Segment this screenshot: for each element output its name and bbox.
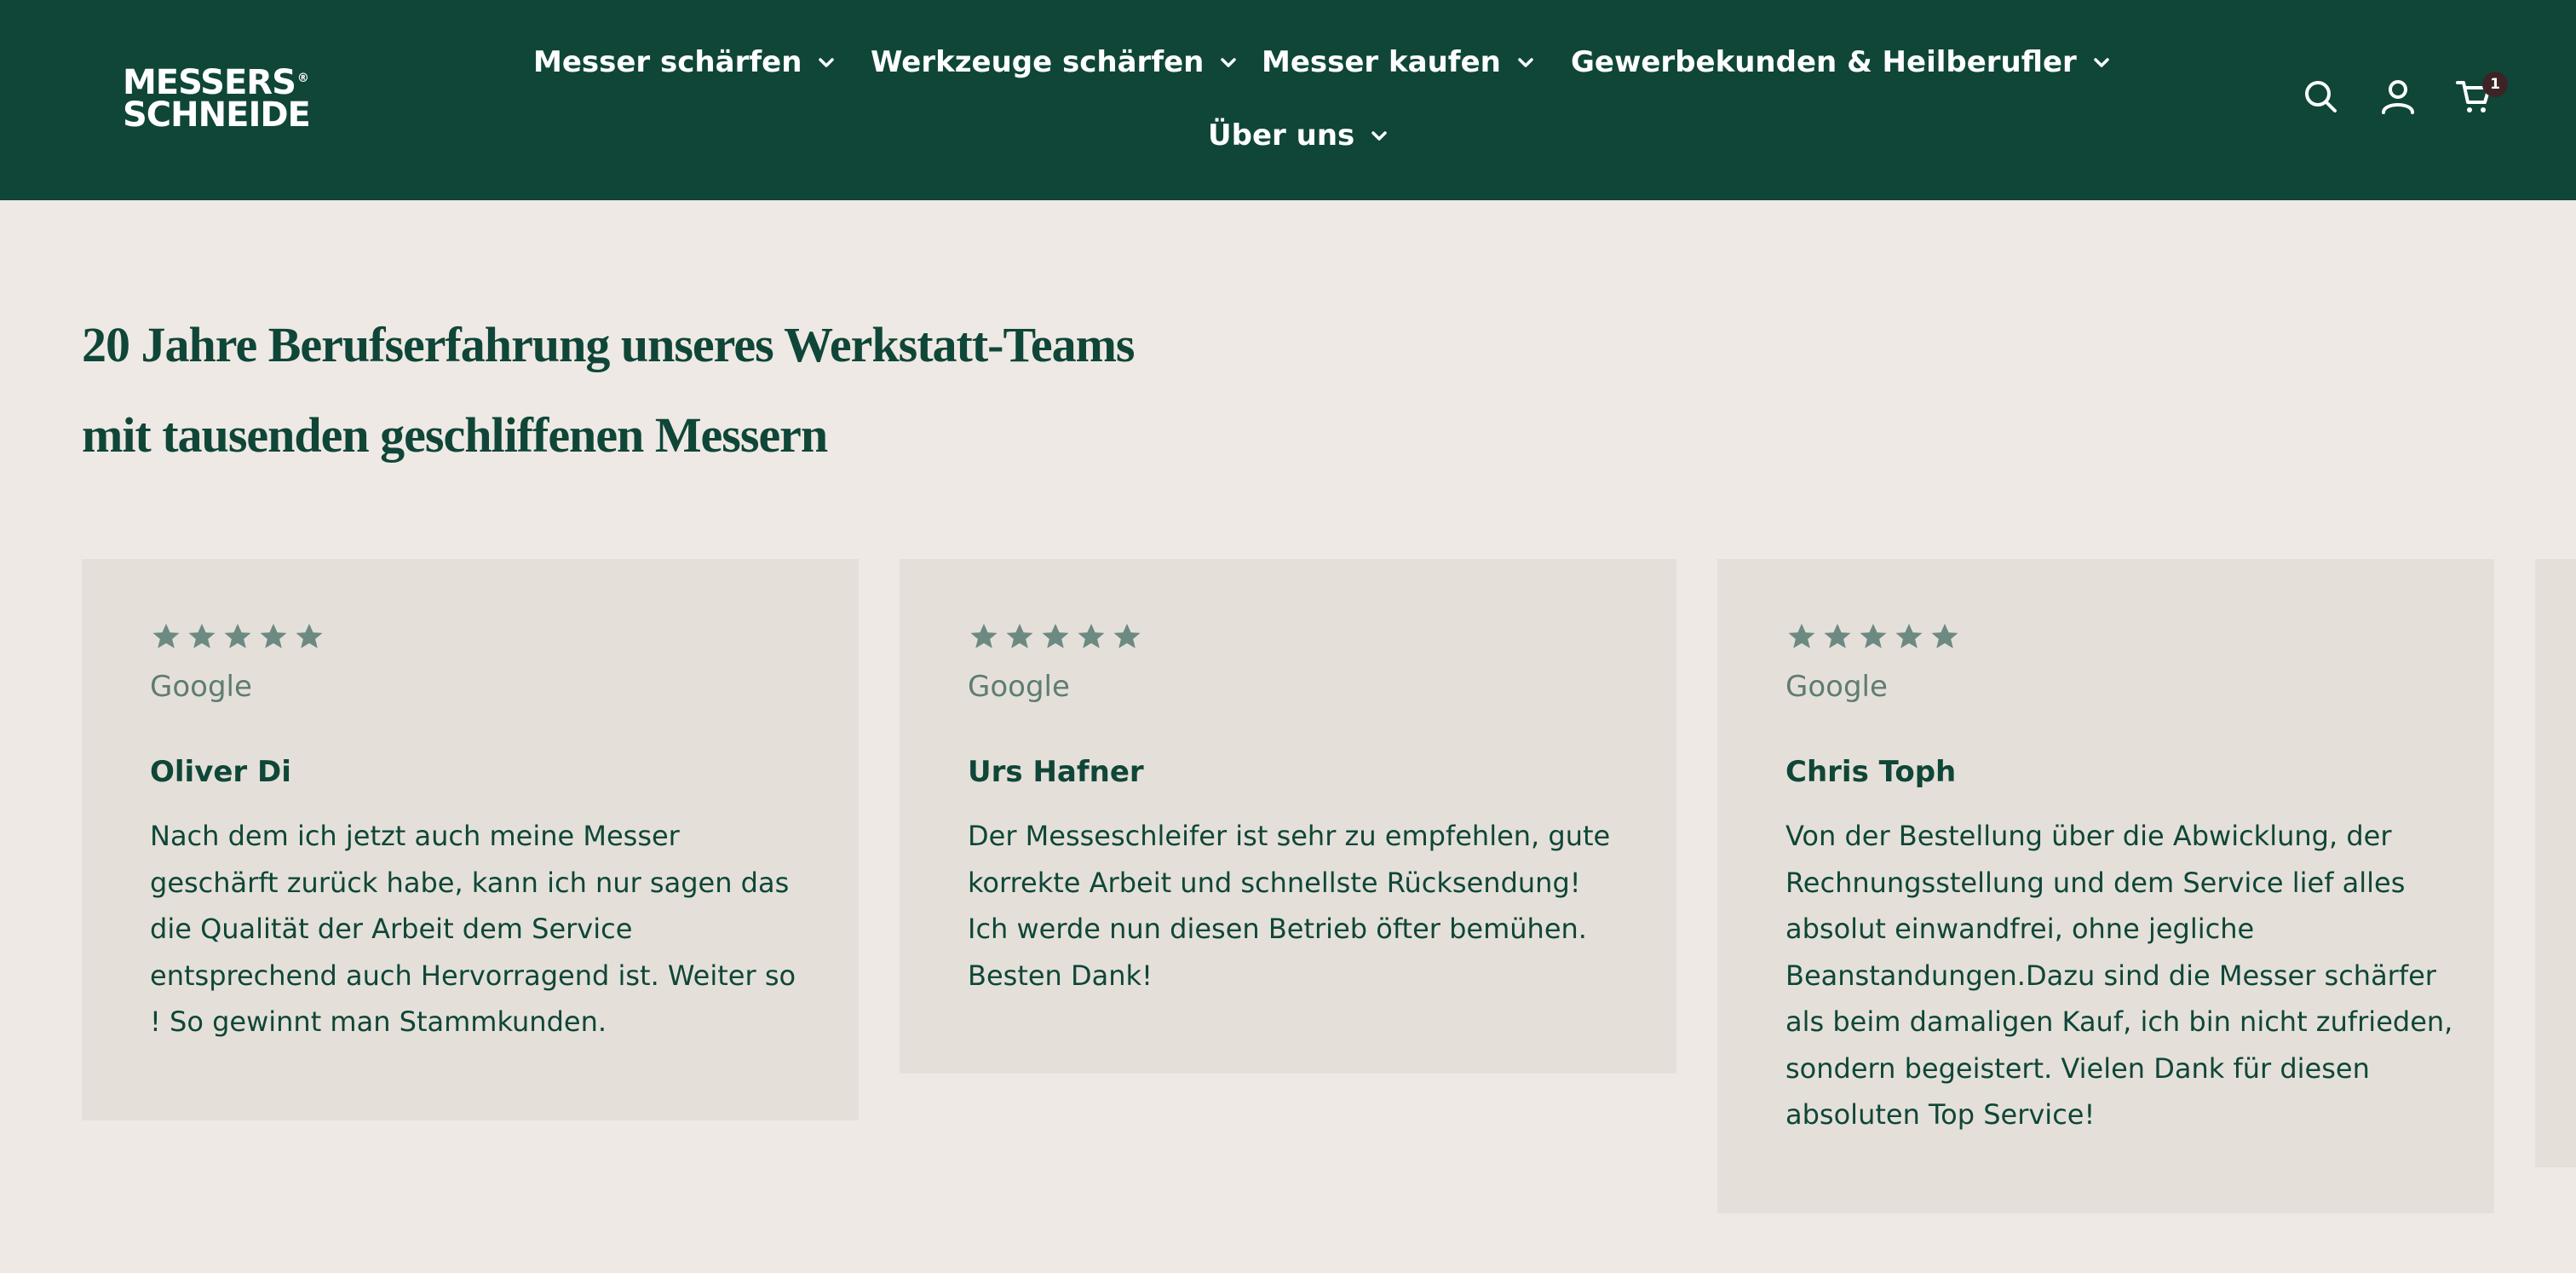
chevron-down-icon xyxy=(815,51,837,73)
search-icon[interactable] xyxy=(2303,78,2338,114)
nav-label: Gewerbekunden & Heilberufler xyxy=(1571,45,2077,79)
star-icon xyxy=(1039,620,1072,654)
cart-count-badge: 1 xyxy=(2482,72,2508,97)
star-icon xyxy=(1821,620,1854,654)
review-source: Google xyxy=(150,670,252,704)
review-line: sondern begeistert. Vielen Dank für dies… xyxy=(1785,1051,2370,1085)
star-icon xyxy=(968,620,1000,654)
review-line: Besten Dank! xyxy=(968,959,1153,992)
review-line: als beim damaligen Kauf, ich bin nicht z… xyxy=(1785,1005,2453,1038)
chevron-down-icon xyxy=(1217,51,1239,73)
nav-messer-kaufen[interactable]: Messer kaufen xyxy=(1262,43,1537,82)
star-rating xyxy=(150,620,791,654)
review-source: Google xyxy=(1785,670,1888,704)
star-icon xyxy=(293,620,325,654)
reviewer-name: Chris Toph xyxy=(1785,755,1957,789)
review-line: entsprechend auch Hervorragend ist. Weit… xyxy=(150,959,796,992)
logo-line-1: MESSERS ® xyxy=(123,63,309,102)
site-header: MESSERS ® SCHNEIDE Messer schärfen Werkze… xyxy=(0,0,2576,200)
review-line: Nach dem ich jetzt auch meine Messer xyxy=(150,820,680,852)
nav-ueber-uns[interactable]: Über uns xyxy=(1208,116,1390,155)
star-icon xyxy=(1857,620,1889,654)
nav-label: Messer kaufen xyxy=(1262,45,1501,79)
nav-werkzeuge-schaerfen[interactable]: Werkzeuge schärfen xyxy=(871,43,1239,82)
star-icon xyxy=(1785,620,1818,654)
review-line: absolut einwandfrei, ohne jegliche xyxy=(1785,913,2255,945)
review-line: Beanstandungen.Dazu sind die Messer schä… xyxy=(1785,959,2436,992)
review-line: Ich werde nun diesen Betrieb öfter bemüh… xyxy=(968,913,1587,945)
star-icon xyxy=(1075,620,1107,654)
reviewer-name: Oliver Di xyxy=(150,755,291,789)
star-icon xyxy=(1003,620,1036,654)
review-text: Nach dem ich jetzt auch meine Messer ges… xyxy=(150,813,796,1045)
star-icon xyxy=(1929,620,1961,654)
nav-messer-schaerfen[interactable]: Messer schärfen xyxy=(533,43,837,82)
logo-line-2: SCHNEIDE xyxy=(123,95,311,135)
star-icon xyxy=(150,620,182,654)
star-rating xyxy=(1785,620,2426,654)
site-logo[interactable]: MESSERS ® SCHNEIDE xyxy=(123,63,311,135)
review-text: Der Messeschleifer ist sehr zu empfehlen… xyxy=(968,813,1611,999)
star-icon xyxy=(221,620,254,654)
star-icon xyxy=(1111,620,1143,654)
nav-label: Über uns xyxy=(1208,118,1355,153)
review-line: korrekte Arbeit und schnellste Rücksendu… xyxy=(968,866,1581,899)
review-line: absoluten Top Service! xyxy=(1785,1098,2096,1131)
review-card: Google Chris Toph Von der Bestellung übe… xyxy=(1717,559,2494,1213)
star-icon xyxy=(257,620,290,654)
review-text: Von der Bestellung über die Abwicklung, … xyxy=(1785,813,2453,1138)
review-source: Google xyxy=(968,670,1070,704)
account-icon[interactable] xyxy=(2380,78,2416,114)
review-line: die Qualität der Arbeit dem Service xyxy=(150,913,633,945)
heading-line-2: mit tausenden geschliffenen Messern xyxy=(82,407,828,463)
star-icon xyxy=(1893,620,1925,654)
chevron-down-icon xyxy=(1368,124,1390,147)
review-card: Google Urs Hafner Der Messeschleifer ist… xyxy=(900,559,1676,1074)
review-line: Rechnungsstellung und dem Service lief a… xyxy=(1785,866,2406,899)
star-icon xyxy=(186,620,218,654)
star-rating xyxy=(968,620,1608,654)
nav-label: Messer schärfen xyxy=(533,45,802,79)
nav-label: Werkzeuge schärfen xyxy=(871,45,1205,79)
review-line: Der Messeschleifer ist sehr zu empfehlen… xyxy=(968,820,1611,852)
section-heading: 20 Jahre Berufserfahrung unseres Werksta… xyxy=(82,300,1360,481)
heading-line-1: 20 Jahre Berufserfahrung unseres Werksta… xyxy=(82,317,1135,372)
chevron-down-icon xyxy=(2090,51,2113,73)
review-card: Google Oliver Di Nach dem ich jetzt auch… xyxy=(82,559,859,1120)
reviewer-name: Urs Hafner xyxy=(968,755,1144,789)
review-line: ! So gewinnt man Stammkunden. xyxy=(150,1005,607,1038)
review-card-next-peek xyxy=(2535,559,2576,1167)
review-line: geschärft zurück habe, kann ich nur sage… xyxy=(150,866,790,899)
chevron-down-icon xyxy=(1515,51,1537,73)
nav-gewerbekunden[interactable]: Gewerbekunden & Heilberufler xyxy=(1571,43,2113,82)
review-line: Von der Bestellung über die Abwicklung, … xyxy=(1785,820,2392,852)
